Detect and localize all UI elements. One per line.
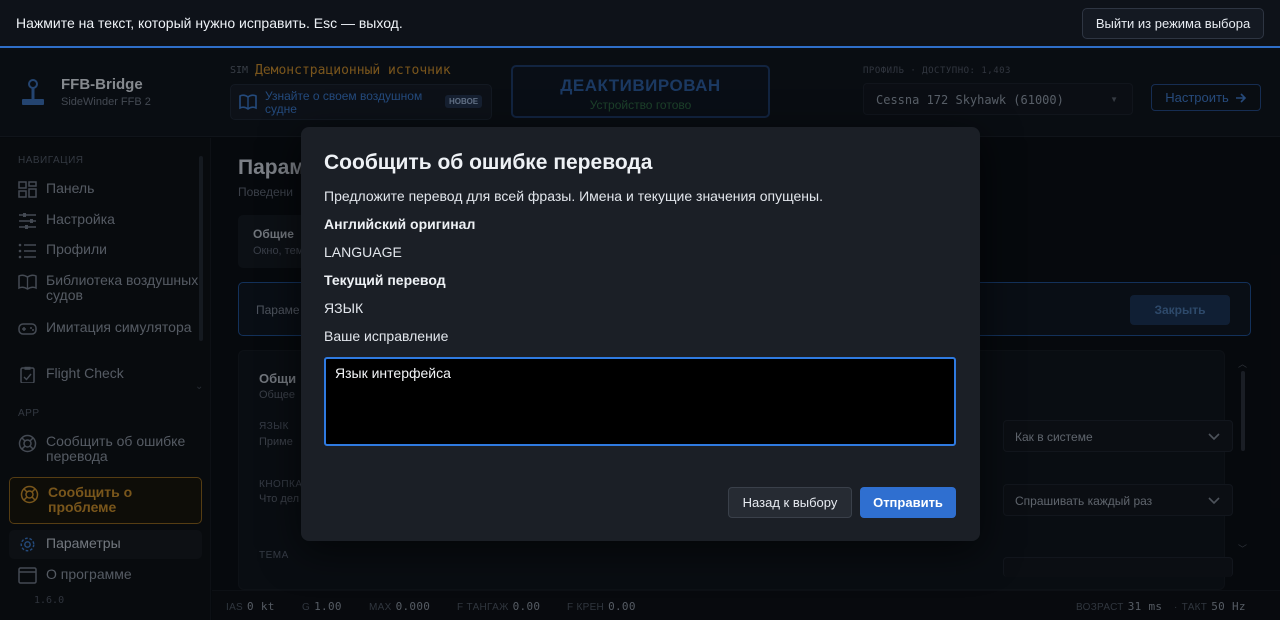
original-value: LANGUAGE — [324, 244, 402, 260]
current-heading: Текущий перевод — [324, 272, 446, 288]
selection-mode-banner: Нажмите на текст, который нужно исправит… — [0, 0, 1280, 48]
current-value: ЯЗЫК — [324, 300, 364, 316]
translation-report-dialog: Сообщить об ошибке перевода Предложите п… — [301, 127, 980, 541]
exit-selection-button[interactable]: Выйти из режима выбора — [1082, 8, 1264, 39]
dialog-title: Сообщить об ошибке перевода — [324, 151, 653, 174]
fix-input[interactable]: Язык интерфейса — [324, 357, 956, 446]
original-heading: Английский оригинал — [324, 216, 476, 232]
banner-message: Нажмите на текст, который нужно исправит… — [16, 15, 403, 31]
dialog-description: Предложите перевод для всей фразы. Имена… — [324, 188, 823, 204]
back-to-selection-button[interactable]: Назад к выбору — [728, 487, 852, 518]
send-button[interactable]: Отправить — [860, 487, 956, 518]
fix-label: Ваше исправление — [324, 328, 449, 344]
